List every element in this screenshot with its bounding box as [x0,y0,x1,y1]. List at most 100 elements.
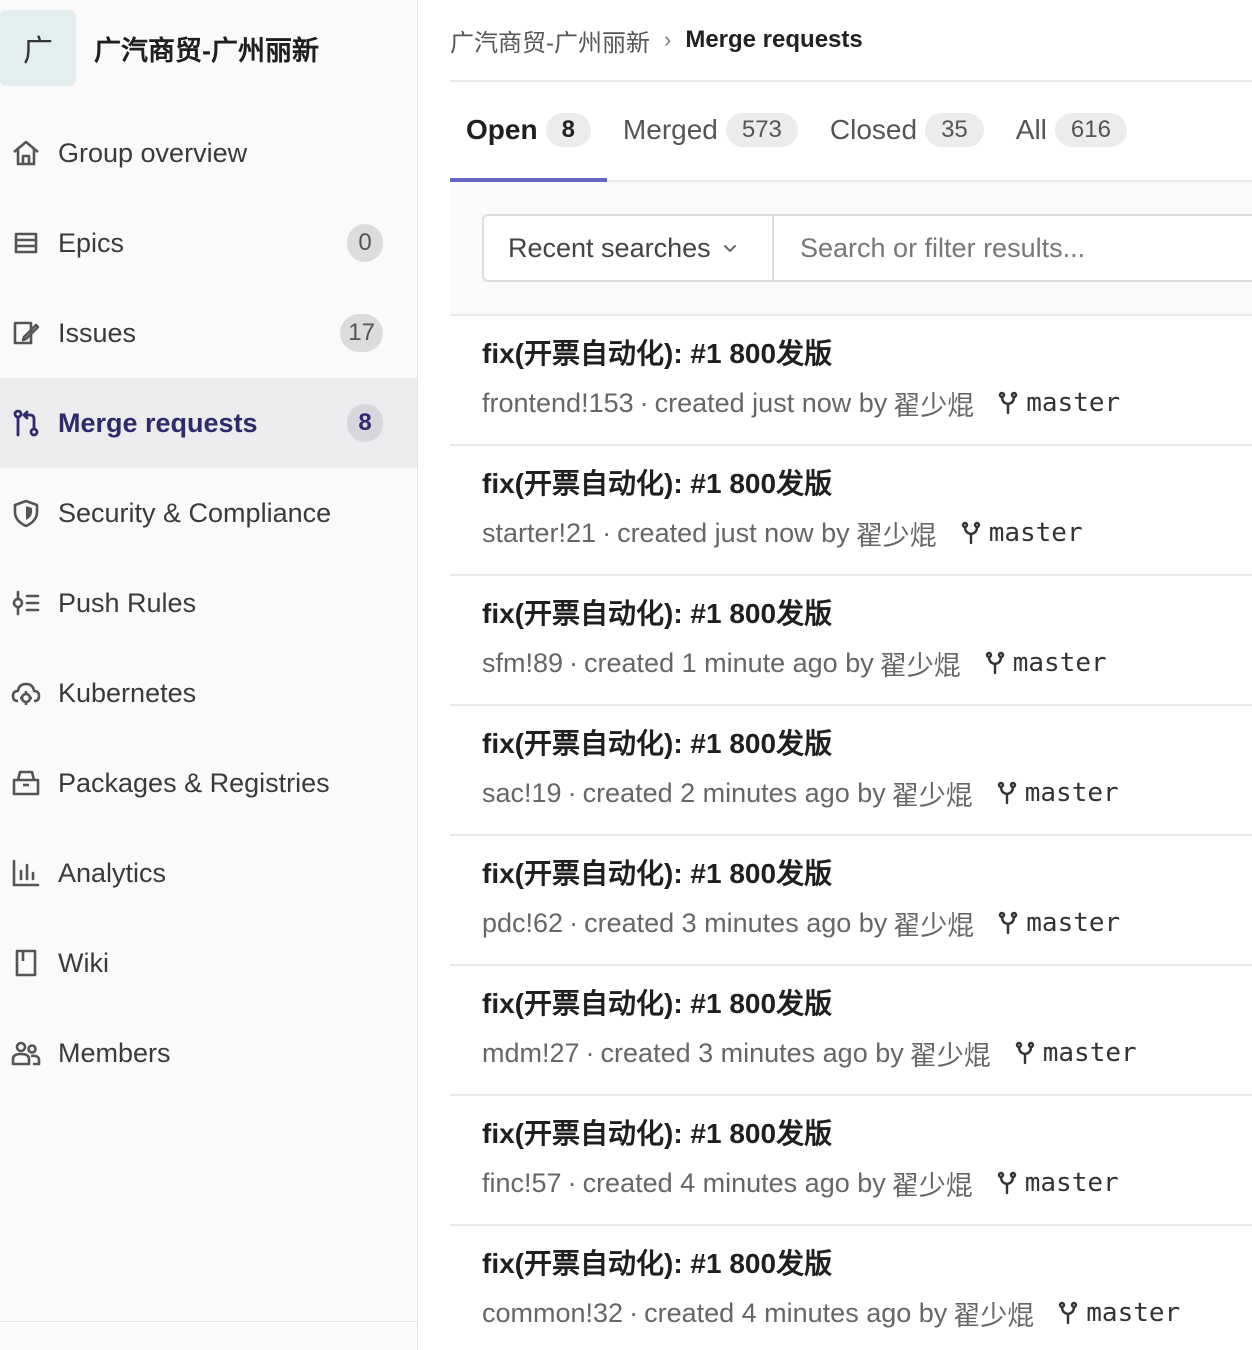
fork-icon [999,911,1018,935]
issues-icon [0,317,58,349]
sidebar-item-packages-registries[interactable]: Packages & Registries [0,738,417,828]
breadcrumb-current[interactable]: Merge requests [685,26,862,54]
sidebar-item-analytics[interactable]: Analytics [0,828,417,918]
mr-meta: common!32 · created 4 minutes ago by 翟少焜… [482,1294,1252,1333]
push-rules-icon [0,587,58,619]
issues-count-badge: 17 [340,314,383,352]
mr-title-link[interactable]: fix(开票自动化): #1 800发版 [482,982,1252,1022]
sidebar-item-label: Push Rules [58,587,197,618]
list-item: fix(开票自动化): #1 800发版 sfm!89 · created 1 … [450,576,1252,706]
branch-name: master [1026,388,1121,418]
mr-created-text: created 2 minutes ago by [582,777,886,808]
list-item: fix(开票自动化): #1 800发版 starter!21 · create… [450,446,1252,576]
mr-target-branch[interactable]: master [985,648,1107,678]
analytics-chart-icon [0,857,58,889]
mr-meta: finc!57 · created 4 minutes ago by 翟少焜 m… [482,1164,1252,1203]
mr-author-link[interactable]: 翟少焜 [856,514,937,553]
mr-title-link[interactable]: fix(开票自动化): #1 800发版 [482,332,1252,372]
mr-reference[interactable]: pdc!62 [482,908,563,939]
branch-name: master [1042,1038,1137,1068]
mr-meta: sfm!89 · created 1 minute ago by 翟少焜 mas… [482,644,1252,683]
mr-title-link[interactable]: fix(开票自动化): #1 800发版 [482,1242,1252,1282]
separator-dot: · [567,777,577,808]
filtered-search-box: Recent searches [482,214,1252,282]
mr-title-link[interactable]: fix(开票自动化): #1 800发版 [482,462,1252,502]
fork-icon [1059,1301,1078,1325]
sidebar-item-label: Kubernetes [58,677,197,708]
breadcrumb-group-link[interactable]: 广汽商贸-广州丽新 [450,23,650,58]
mr-author-link[interactable]: 翟少焜 [953,1294,1034,1333]
mr-reference[interactable]: common!32 [482,1298,623,1329]
main-content: 广汽商贸-广州丽新 › Merge requests Open 8 Merged… [450,0,1252,1350]
mr-author-link[interactable]: 翟少焜 [892,1164,973,1203]
separator-dot: · [639,387,649,418]
tab-closed[interactable]: Closed 35 [814,80,1000,180]
separator-dot: · [567,1167,577,1198]
mr-reference[interactable]: sac!19 [482,778,562,809]
tab-label: Closed [829,114,918,145]
mr-reference[interactable]: finc!57 [482,1168,562,1199]
separator-dot: · [569,907,579,938]
mr-target-branch[interactable]: master [961,518,1083,548]
mr-meta: starter!21 · created just now by 翟少焜 mas… [482,514,1252,553]
sidebar-item-wiki[interactable]: Wiki [0,918,417,1008]
mr-created-text: created just now by [654,387,888,418]
sidebar-item-push-rules[interactable]: Push Rules [0,558,417,648]
tab-count-badge: 616 [1054,113,1127,147]
mr-author-link[interactable]: 翟少焜 [910,1034,991,1073]
mr-reference[interactable]: starter!21 [482,518,596,549]
users-icon [0,1037,58,1069]
recent-searches-dropdown[interactable]: Recent searches [484,216,774,280]
tab-open[interactable]: Open 8 [450,80,607,182]
sidebar-item-label: Epics [58,227,125,258]
sidebar-item-label: Group overview [58,137,248,168]
sidebar-item-label: Members [58,1037,171,1068]
mr-target-branch[interactable]: master [997,1168,1119,1198]
mr-title-link[interactable]: fix(开票自动化): #1 800发版 [482,722,1252,762]
mr-target-branch[interactable]: master [998,388,1120,418]
sidebar-item-label: Packages & Registries [58,767,330,798]
tab-merged[interactable]: Merged 573 [607,80,814,180]
search-input[interactable] [800,232,1252,264]
branch-name: master [1086,1298,1181,1328]
mr-target-branch[interactable]: master [998,908,1120,938]
mr-meta: sac!19 · created 2 minutes ago by 翟少焜 ma… [482,774,1252,813]
group-avatar: 广 [0,10,76,86]
mr-author-link[interactable]: 翟少焜 [880,644,961,683]
mr-reference[interactable]: mdm!27 [482,1038,580,1069]
merge-request-icon [0,407,58,439]
sidebar-item-security-compliance[interactable]: Security & Compliance [0,468,417,558]
mr-author-link[interactable]: 翟少焜 [893,904,974,943]
mr-title-link[interactable]: fix(开票自动化): #1 800发版 [482,1112,1252,1152]
branch-name: master [1024,778,1119,808]
separator-dot: · [585,1037,595,1068]
mr-author-link[interactable]: 翟少焜 [892,774,973,813]
sidebar-item-members[interactable]: Members [0,1008,417,1098]
sidebar-item-merge-requests[interactable]: Merge requests 8 [0,378,417,468]
sidebar-item-epics[interactable]: Epics 0 [0,198,417,288]
tab-all[interactable]: All 616 [1000,80,1143,180]
tab-label: Open [466,114,538,145]
group-context-header[interactable]: 广 广汽商贸-广州丽新 [0,8,417,88]
tab-count-badge: 573 [725,113,798,147]
mr-target-branch[interactable]: master [1015,1038,1137,1068]
sidebar-item-label: Security & Compliance [58,497,332,528]
tab-count-badge: 35 [925,113,984,147]
sidebar-item-group-overview[interactable]: Group overview [0,108,417,198]
tab-label: All [1015,114,1047,145]
mr-target-branch[interactable]: master [997,778,1119,808]
mr-title-link[interactable]: fix(开票自动化): #1 800发版 [482,852,1252,892]
sidebar-item-issues[interactable]: Issues 17 [0,288,417,378]
mr-target-branch[interactable]: master [1058,1298,1180,1328]
mr-reference[interactable]: sfm!89 [482,648,563,679]
sidebar-item-kubernetes[interactable]: Kubernetes [0,648,417,738]
mr-created-text: created 3 minutes ago by [584,907,888,938]
mr-author-link[interactable]: 翟少焜 [893,384,974,423]
mr-created-text: created 1 minute ago by [584,647,874,678]
mr-title-link[interactable]: fix(开票自动化): #1 800发版 [482,592,1252,632]
mr-created-text: created 3 minutes ago by [600,1037,904,1068]
sidebar-nav: Group overview Epics 0 Issues 17 Merge r… [0,108,417,1098]
mr-reference[interactable]: frontend!153 [482,388,634,419]
branch-name: master [1026,908,1121,938]
epics-count-badge: 0 [347,224,383,262]
